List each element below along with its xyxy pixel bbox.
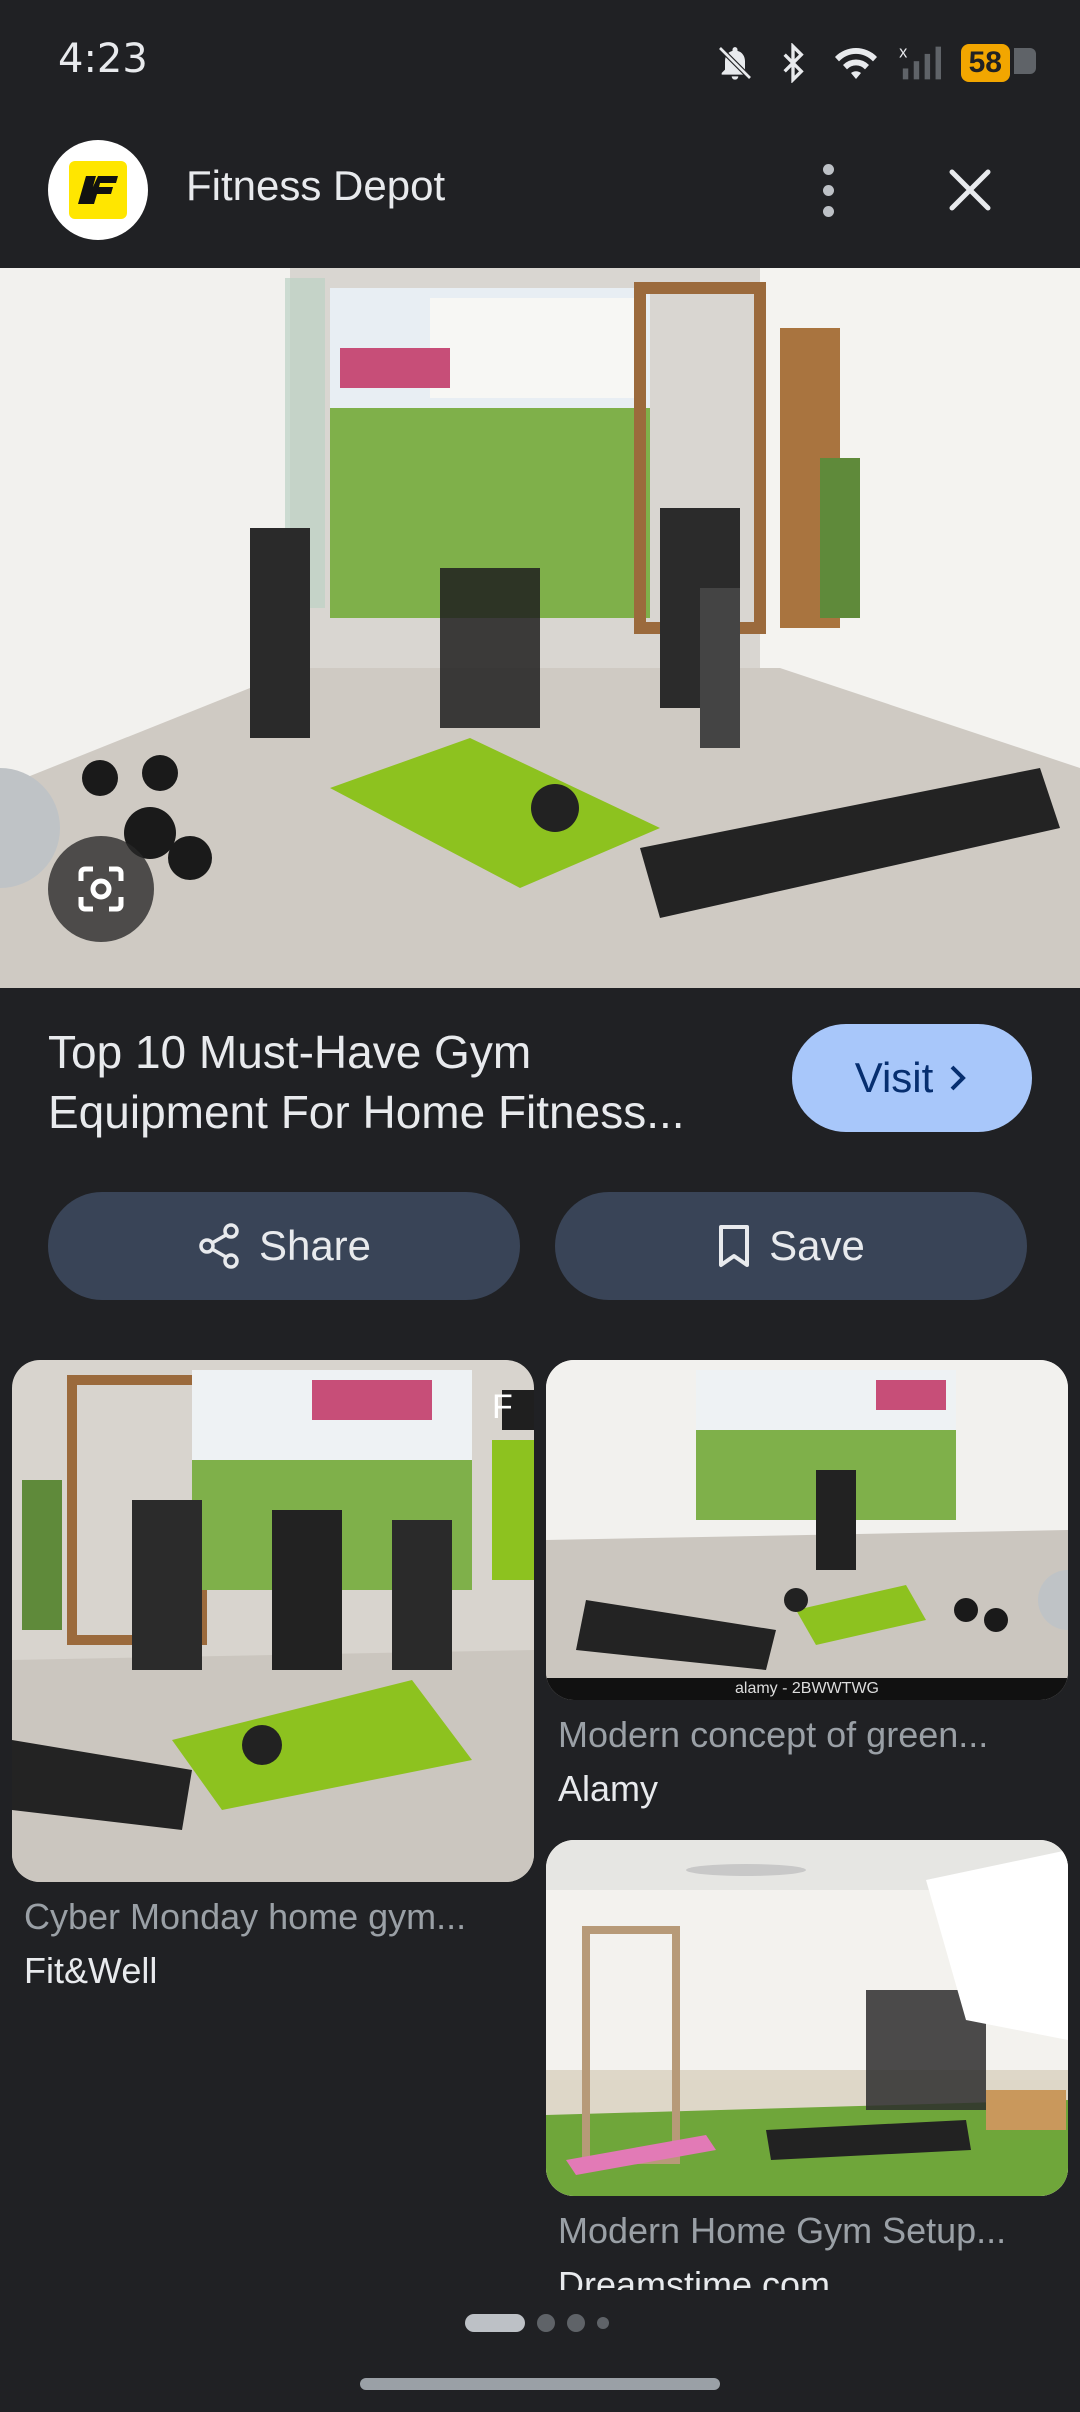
bell-muted-icon <box>717 46 752 80</box>
related-caption-3[interactable]: Modern Home Gym Setup... <box>558 2210 1058 2252</box>
site-name[interactable]: Fitness Depot <box>186 162 445 210</box>
alamy-watermark: alamy - 2BWWTWG <box>735 1680 879 1697</box>
wifi-icon <box>834 48 877 79</box>
related-source-2[interactable]: Alamy <box>558 1768 1058 1810</box>
related-image-2[interactable]: alamy - 2BWWTWG <box>546 1360 1068 1700</box>
visit-button[interactable]: Visit <box>792 1024 1032 1132</box>
site-logo[interactable] <box>48 140 148 240</box>
home-indicator[interactable] <box>360 2378 720 2390</box>
status-icons: x 58 <box>715 38 1037 88</box>
lens-icon <box>78 866 124 912</box>
share-label: Share <box>258 1222 372 1269</box>
related-source-3[interactable]: Dreamstime.com <box>558 2264 1058 2290</box>
signal-icon: x <box>899 44 941 80</box>
visit-label: Visit <box>854 1054 934 1101</box>
related-image-1[interactable]: F <box>12 1360 534 1882</box>
bookmark-icon <box>719 1225 750 1267</box>
chevron-right-icon <box>950 1065 967 1091</box>
svg-text:x: x <box>899 44 907 62</box>
visual-search-button[interactable] <box>48 836 154 942</box>
hero-image[interactable] <box>0 268 1080 988</box>
save-label: Save <box>769 1222 865 1269</box>
related-image-1-overlay-text: F <box>492 1388 513 1426</box>
share-button[interactable]: Share <box>48 1192 520 1300</box>
save-button[interactable]: Save <box>555 1192 1027 1300</box>
share-icon <box>199 1223 239 1269</box>
more-options-button[interactable] <box>806 150 850 230</box>
status-time: 4:23 <box>58 36 148 82</box>
more-vert-icon <box>822 163 834 175</box>
battery-indicator: 58 <box>960 44 1037 82</box>
close-icon <box>949 169 991 211</box>
related-source-1[interactable]: Fit&Well <box>24 1950 524 1992</box>
fitness-depot-logo-icon <box>69 161 127 219</box>
bluetooth-icon <box>783 43 804 83</box>
page-indicator <box>465 2314 609 2332</box>
related-image-3[interactable] <box>546 1840 1068 2196</box>
related-caption-2[interactable]: Modern concept of green... <box>558 1714 1058 1756</box>
result-title[interactable]: Top 10 Must-Have Gym Equipment For Home … <box>48 1022 748 1142</box>
close-button[interactable] <box>940 160 1000 220</box>
related-caption-1[interactable]: Cyber Monday home gym... <box>24 1896 524 1938</box>
